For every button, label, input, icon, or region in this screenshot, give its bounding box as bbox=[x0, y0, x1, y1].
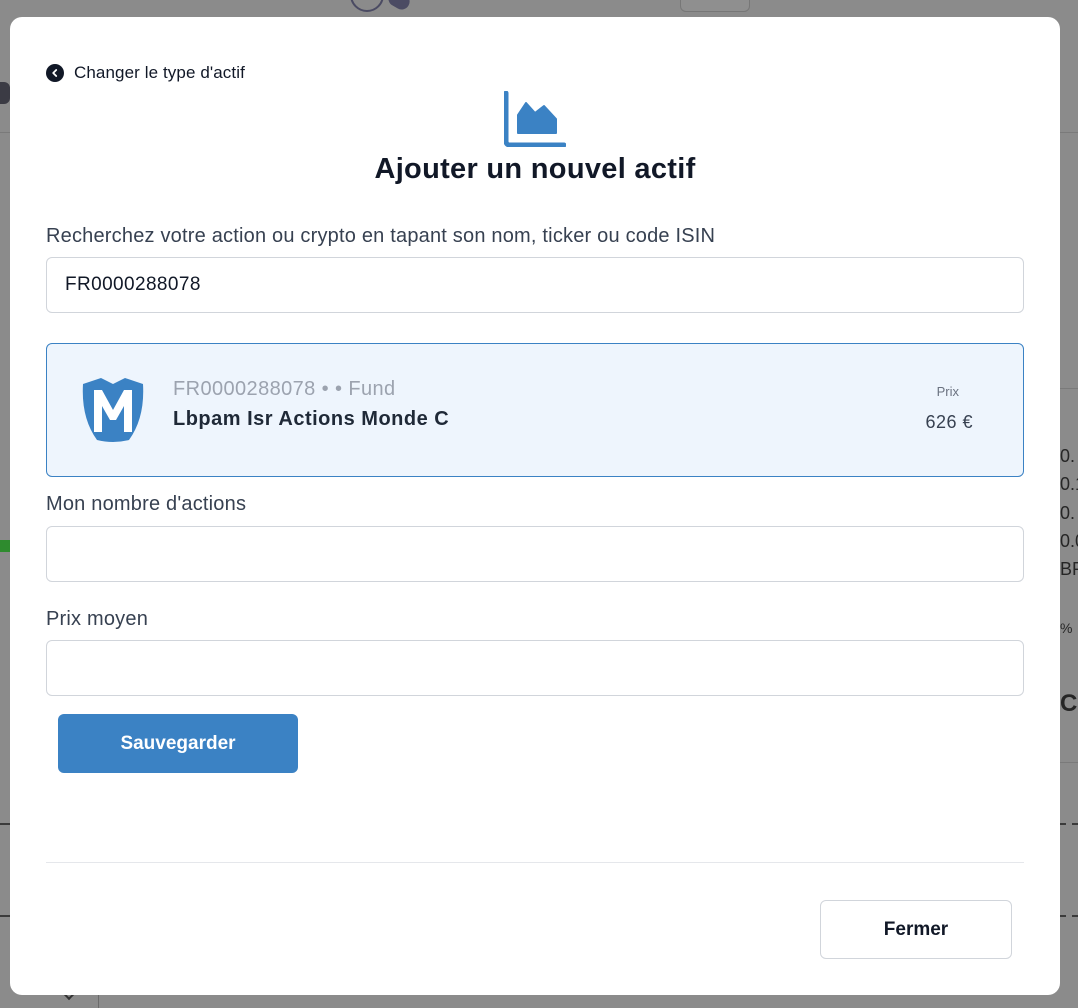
background-value: BP bbox=[1060, 559, 1078, 579]
background-dashed-line bbox=[0, 823, 10, 825]
add-asset-modal: Changer le type d'actif Ajouter un nouve… bbox=[10, 17, 1060, 995]
background-green-bar bbox=[0, 540, 10, 552]
background-dashed-line bbox=[1060, 915, 1078, 917]
modal-title: Ajouter un nouvel actif bbox=[374, 153, 696, 185]
shares-input[interactable] bbox=[46, 526, 1024, 582]
background-dashed-line bbox=[1060, 823, 1078, 825]
background-nav-icon bbox=[0, 82, 10, 104]
footer-divider bbox=[46, 862, 1024, 863]
save-button[interactable]: Sauvegarder bbox=[58, 714, 298, 773]
background-dashed-line bbox=[0, 915, 10, 917]
area-chart-icon bbox=[504, 91, 566, 147]
close-button[interactable]: Fermer bbox=[820, 900, 1012, 959]
search-label: Recherchez votre action ou crypto en tap… bbox=[46, 225, 716, 247]
result-meta: FR0000288078 • • Fund bbox=[173, 378, 396, 400]
background-divider bbox=[1060, 132, 1078, 133]
chevron-left-icon bbox=[46, 64, 64, 82]
background-value: 0. bbox=[1060, 446, 1076, 466]
result-name: Lbpam Isr Actions Monde C bbox=[173, 408, 450, 430]
background-value: 0. bbox=[1060, 503, 1076, 523]
background-value: 0.1 bbox=[1060, 474, 1078, 494]
price-value: 626 € bbox=[925, 412, 973, 432]
background-divider bbox=[1060, 388, 1078, 389]
change-asset-type-label: Changer le type d'actif bbox=[74, 63, 245, 82]
background-value: 0.0 bbox=[1060, 531, 1078, 551]
shares-label: Mon nombre d'actions bbox=[46, 493, 247, 515]
change-asset-type-link[interactable]: Changer le type d'actif bbox=[46, 63, 245, 83]
background-divider bbox=[1060, 762, 1078, 763]
background-divider bbox=[0, 132, 10, 133]
fund-logo bbox=[82, 378, 144, 442]
price-label: Prix bbox=[936, 384, 959, 399]
background-button bbox=[680, 0, 750, 12]
background-value: % bbox=[1060, 620, 1073, 636]
search-result-item[interactable]: FR0000288078 • • Fund Lbpam Isr Actions … bbox=[46, 343, 1024, 477]
asset-search-input[interactable] bbox=[46, 257, 1024, 313]
avg-price-input[interactable] bbox=[46, 640, 1024, 696]
background-value: C bbox=[1060, 690, 1078, 717]
avg-price-label: Prix moyen bbox=[46, 608, 149, 630]
